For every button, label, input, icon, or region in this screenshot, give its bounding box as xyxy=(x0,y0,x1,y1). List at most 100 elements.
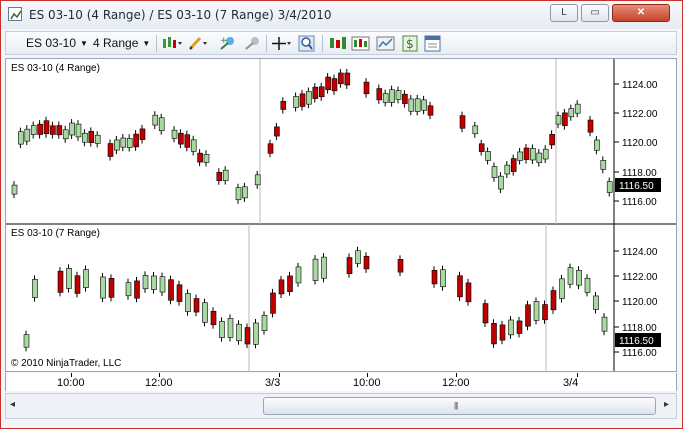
candle-up xyxy=(66,268,72,289)
candle-up xyxy=(530,148,536,161)
candle-down xyxy=(562,112,568,126)
price-tick-label: 1120.00 xyxy=(622,138,658,149)
panel-label: ES 03-10 (4 Range) xyxy=(11,63,100,74)
time-axis-label: 3/4 xyxy=(563,377,579,389)
scroll-left-icon[interactable]: ◂ xyxy=(10,399,15,410)
candle-up xyxy=(24,128,31,142)
chart-area[interactable]: ES 03-10 (4 Range) 1124.00 1122.00 1120.00 1… xyxy=(5,58,677,372)
candle-down xyxy=(74,275,81,294)
candle-down xyxy=(427,105,434,116)
candle-up xyxy=(600,160,607,170)
candle-down xyxy=(43,120,50,135)
maximize-button[interactable]: ▭ xyxy=(581,4,609,22)
candle-down xyxy=(346,257,353,275)
price-tick-label: 1118.00 xyxy=(622,323,657,334)
add-indicator-icon[interactable]: + xyxy=(218,35,236,52)
candle-up xyxy=(542,148,549,160)
candle-up xyxy=(389,89,395,103)
candle-up xyxy=(185,293,191,312)
svg-text:+: + xyxy=(220,36,228,46)
toolbar-divider xyxy=(156,35,157,52)
candle-down xyxy=(134,280,140,299)
price-tick-label: 1124.00 xyxy=(622,80,658,91)
candle-down xyxy=(139,128,146,140)
candle-up xyxy=(504,164,511,175)
candle-down xyxy=(50,125,56,135)
candle-up xyxy=(312,258,319,281)
candle-up xyxy=(235,187,242,201)
price-tick-label: 1116.00 xyxy=(622,348,657,359)
candle-down xyxy=(193,298,200,313)
candle-down xyxy=(107,143,114,157)
title-bar[interactable]: ES 03-10 (4 Range) / ES 03-10 (7 Range) … xyxy=(1,1,682,29)
candle-down xyxy=(57,270,64,293)
dollar-icon[interactable]: $ xyxy=(401,35,419,52)
candle-down xyxy=(133,133,139,148)
candle-up xyxy=(421,99,427,111)
candle-up xyxy=(30,125,37,135)
price-chart[interactable]: ES 03-10 (4 Range) 1124.00 1122.00 1120.00 1… xyxy=(6,59,676,371)
candle-down xyxy=(523,147,530,160)
candle-down xyxy=(216,171,223,182)
instrument-selector[interactable]: ES 03-10 ▼ xyxy=(26,35,88,52)
candle-down xyxy=(478,143,485,152)
price-tick-label: 1116.00 xyxy=(622,197,657,208)
panel-label: ES 03-10 (7 Range) xyxy=(11,228,100,239)
candle-up xyxy=(574,103,581,114)
candle-down xyxy=(431,269,438,285)
candle-up xyxy=(261,315,268,331)
candle-up xyxy=(151,275,157,290)
pencil-draw-icon[interactable] xyxy=(187,35,207,52)
candle-up xyxy=(485,151,491,161)
last-price-label: 1116.50 xyxy=(619,336,654,347)
candle-down xyxy=(270,292,276,314)
candle-down xyxy=(318,86,325,98)
candle-up xyxy=(253,322,259,345)
interval-selector[interactable]: 4 Range ▼ xyxy=(93,35,150,52)
candle-up xyxy=(408,98,415,112)
candle-up xyxy=(11,184,18,195)
horizontal-scrollbar[interactable]: ◂ ||| ▸ xyxy=(5,393,677,419)
chart-toolbar: ES 03-10 ▼ 4 Range ▼ + $ xyxy=(5,31,677,55)
scrollbar-thumb[interactable]: ||| xyxy=(263,397,656,415)
candle-down xyxy=(37,123,43,135)
toolbar-divider xyxy=(266,35,267,52)
bar-colors-icon[interactable] xyxy=(328,35,346,52)
chart-style-icon[interactable] xyxy=(161,35,182,52)
price-tick-label: 1124.00 xyxy=(622,247,658,258)
candle-up xyxy=(601,316,608,332)
candle-up xyxy=(414,98,421,112)
data-box-icon[interactable] xyxy=(376,35,395,52)
candle-up xyxy=(567,267,574,285)
candle-up xyxy=(594,139,600,151)
candle-up xyxy=(606,181,613,193)
scroll-right-icon[interactable]: ▸ xyxy=(664,399,669,410)
candle-up xyxy=(202,302,208,323)
candle-up xyxy=(190,139,197,152)
chart-trader-icon[interactable] xyxy=(351,35,370,52)
candle-down xyxy=(168,279,174,301)
crosshair-icon[interactable] xyxy=(271,35,291,52)
strategy-icon[interactable] xyxy=(243,35,261,52)
candle-up xyxy=(440,269,446,288)
chart-window: ES 03-10 (4 Range) / ES 03-10 (7 Range) … xyxy=(0,0,683,429)
candle-up xyxy=(536,152,543,163)
close-button[interactable]: ✕ xyxy=(612,4,670,22)
properties-icon[interactable] xyxy=(424,35,442,52)
minimize-button[interactable]: L xyxy=(550,4,578,22)
interval-label: 4 Range xyxy=(93,36,139,50)
candle-down xyxy=(244,327,251,345)
window-title: ES 03-10 (4 Range) / ES 03-10 (7 Range) … xyxy=(29,8,332,22)
candle-down xyxy=(482,303,489,324)
time-axis-label: 12:00 xyxy=(442,377,470,389)
zoom-icon[interactable] xyxy=(298,35,316,52)
candle-up xyxy=(171,129,178,139)
candle-up xyxy=(227,318,234,338)
price-tick-label: 1122.00 xyxy=(622,272,658,283)
candle-up xyxy=(75,123,82,138)
chevron-down-icon: ▼ xyxy=(80,39,88,48)
candle-up xyxy=(152,114,159,126)
candle-up xyxy=(114,139,120,151)
candle-up xyxy=(126,138,133,148)
candle-up xyxy=(203,154,210,163)
